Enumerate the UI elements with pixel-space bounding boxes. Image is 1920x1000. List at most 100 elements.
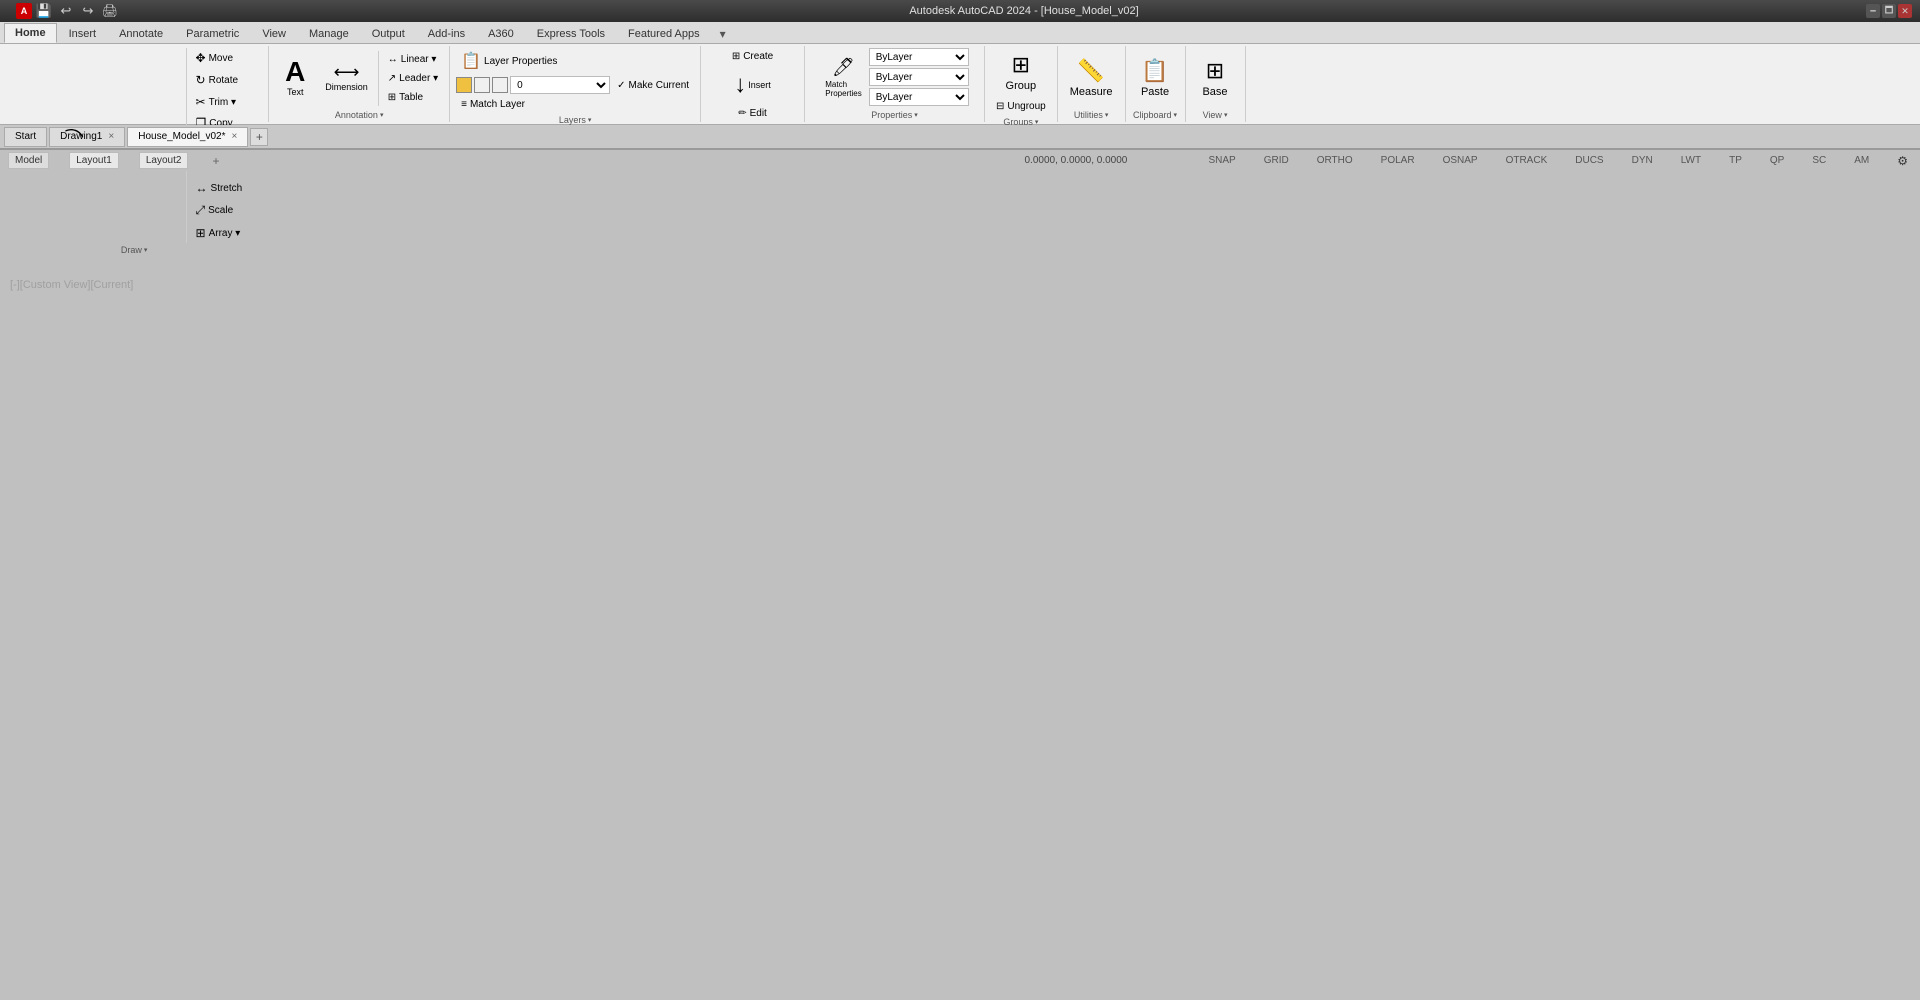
utilities-group-label[interactable]: Utilities ▾ [1074,110,1109,120]
doc-tab-house-model[interactable]: House_Model_v02* × [127,127,248,147]
clipboard-label-text: Clipboard [1133,110,1172,120]
move-icon: ✥ [196,51,206,65]
tool-measure[interactable]: 📏 Measure [1064,54,1119,102]
tab-annotate[interactable]: Annotate [108,23,174,43]
tool-leader[interactable]: ↗ Leader ▾ [383,70,443,87]
status-coords: 0.0000, 0.0000, 0.0000 [1024,155,1184,166]
status-ducs[interactable]: DUCS [1571,154,1607,167]
tab-a360[interactable]: A360 [477,23,525,43]
tool-paste[interactable]: 📋 Paste [1135,54,1175,102]
tool-match-layer[interactable]: ≡ Match Layer [456,96,530,113]
group-groups: ⊞ Group ⊟ Ungroup Groups ▾ [985,46,1058,122]
status-tp[interactable]: TP [1725,154,1746,167]
ribbon-customize-btn[interactable]: ▾ [716,25,730,43]
window-controls: 🗕 🗖 ✕ [1866,4,1912,18]
save-btn[interactable]: 💾 [34,1,54,21]
model-tab[interactable]: Model [8,152,49,169]
maximize-btn[interactable]: 🗖 [1882,4,1896,18]
draw-small-tools: ✥ Move ↻ Rotate ✂ Trim ▾ [191,48,248,112]
text-icon: A [285,58,305,86]
properties-label-text: Properties [871,110,912,120]
tool-match-properties[interactable]: 🖊 MatchProperties [820,54,866,101]
view-group-label[interactable]: View ▾ [1203,110,1228,120]
layout1-tab[interactable]: Layout1 [69,152,119,169]
status-grid[interactable]: GRID [1260,154,1293,167]
properties-group-label[interactable]: Properties ▾ [871,110,918,120]
status-qp[interactable]: QP [1766,154,1788,167]
tab-home[interactable]: Home [4,23,57,43]
tool-edit-block[interactable]: ✏ Edit [733,105,772,122]
status-osnap[interactable]: OSNAP [1439,154,1482,167]
bylayer-select-3[interactable]: ByLayer [869,88,969,106]
tool-text[interactable]: A Text [275,54,315,102]
tab-parametric[interactable]: Parametric [175,23,250,43]
bylayer-select-1[interactable]: ByLayer [869,48,969,66]
bylayer-select-2[interactable]: ByLayer [869,68,969,86]
tool-linear[interactable]: ↔ Linear ▾ [383,51,443,68]
doc-tab-start[interactable]: Start [4,127,47,147]
tool-group[interactable]: ⊞ Group [1000,48,1043,96]
status-snap[interactable]: SNAP [1204,154,1239,167]
ribbon-content: ╱ Line ⌒ Polyline ○ Circle ⌒ Arc [0,44,1920,124]
tool-rotate[interactable]: ↻ Rotate [191,70,248,90]
undo-btn[interactable]: ↩ [56,1,76,21]
layer-row2: 0 ✓ Make Current [456,76,694,94]
paste-icon: 📋 [1141,58,1168,84]
start-tab-label: Start [15,131,36,142]
window-title: Autodesk AutoCAD 2024 - [House_Model_v02… [136,5,1912,17]
layers-group-label[interactable]: Layers ▾ [559,115,592,125]
tool-move[interactable]: ✥ Move [191,48,248,68]
status-otrack[interactable]: OTRACK [1502,154,1552,167]
tool-create-block[interactable]: ⊞ Create [727,48,778,65]
status-lwt[interactable]: LWT [1677,154,1705,167]
house-model-close-icon[interactable]: × [232,131,238,142]
tool-insert-block[interactable]: ↓ Insert [728,67,777,103]
status-gear[interactable]: ⚙ [1893,153,1912,169]
tool-base[interactable]: ⊞ Base [1195,54,1235,102]
tab-featuredapps[interactable]: Featured Apps [617,23,711,43]
tab-output[interactable]: Output [361,23,416,43]
tab-view[interactable]: View [251,23,297,43]
paste-label: Paste [1141,86,1169,98]
viewport-label: [-][Custom View][Current] [10,279,133,291]
close-btn[interactable]: ✕ [1898,4,1912,18]
add-tab-button[interactable]: + [250,128,268,146]
layout2-tab[interactable]: Layout2 [139,152,189,169]
status-sc[interactable]: SC [1808,154,1830,167]
tab-addins[interactable]: Add-ins [417,23,476,43]
tool-layer-properties[interactable]: 📋 Layer Properties [456,48,562,74]
tab-insert[interactable]: Insert [58,23,108,43]
drawing1-close-icon[interactable]: × [108,131,114,142]
tab-manage[interactable]: Manage [298,23,360,43]
group-label: Group [1006,80,1037,92]
tool-ungroup[interactable]: ⊟ Ungroup [991,98,1051,115]
annotation-secondary: ↔ Linear ▾ ↗ Leader ▾ ⊞ Table [378,51,443,106]
ribbon-tab-bar: Home Insert Annotate Parametric View Man… [0,22,1920,44]
view-label-text: View [1203,110,1222,120]
tool-trim[interactable]: ✂ Trim ▾ [191,92,248,112]
tool-make-current[interactable]: ✓ Make Current [612,77,694,94]
status-ortho[interactable]: ORTHO [1313,154,1357,167]
clipboard-group-label[interactable]: Clipboard ▾ [1133,110,1177,120]
minimize-btn[interactable]: 🗕 [1866,4,1880,18]
layer-select[interactable]: 0 [510,76,610,94]
make-current-icon: ✓ [617,80,625,91]
properties-chevron: ▾ [914,111,918,119]
group-utilities: 📏 Measure Utilities ▾ [1058,46,1126,122]
status-polar[interactable]: POLAR [1377,154,1419,167]
print-btn[interactable]: 🖨 [100,1,120,21]
quick-access-toolbar: A 💾 ↩ ↪ 🖨 [8,1,128,21]
add-layout[interactable]: + [208,152,223,170]
annotation-tools: A Text ⟷ Dimension ↔ Linear ▾ ↗ Leader ▾… [275,48,443,108]
layer-row1: 📋 Layer Properties [456,48,694,74]
redo-btn[interactable]: ↪ [78,1,98,21]
tab-expresstools[interactable]: Express Tools [526,23,616,43]
group-layers: 📋 Layer Properties 0 ✓ Make Current [450,46,701,122]
annotation-group-label[interactable]: Annotation ▾ [335,110,384,120]
tool-table[interactable]: ⊞ Table [383,89,443,106]
tool-dimension[interactable]: ⟷ Dimension [319,59,374,97]
status-am[interactable]: AM [1850,154,1873,167]
layer-row3: ≡ Match Layer [456,96,530,113]
prop-dropdowns: ByLayer ByLayer ByLayer [869,48,969,106]
status-dyn[interactable]: DYN [1628,154,1657,167]
